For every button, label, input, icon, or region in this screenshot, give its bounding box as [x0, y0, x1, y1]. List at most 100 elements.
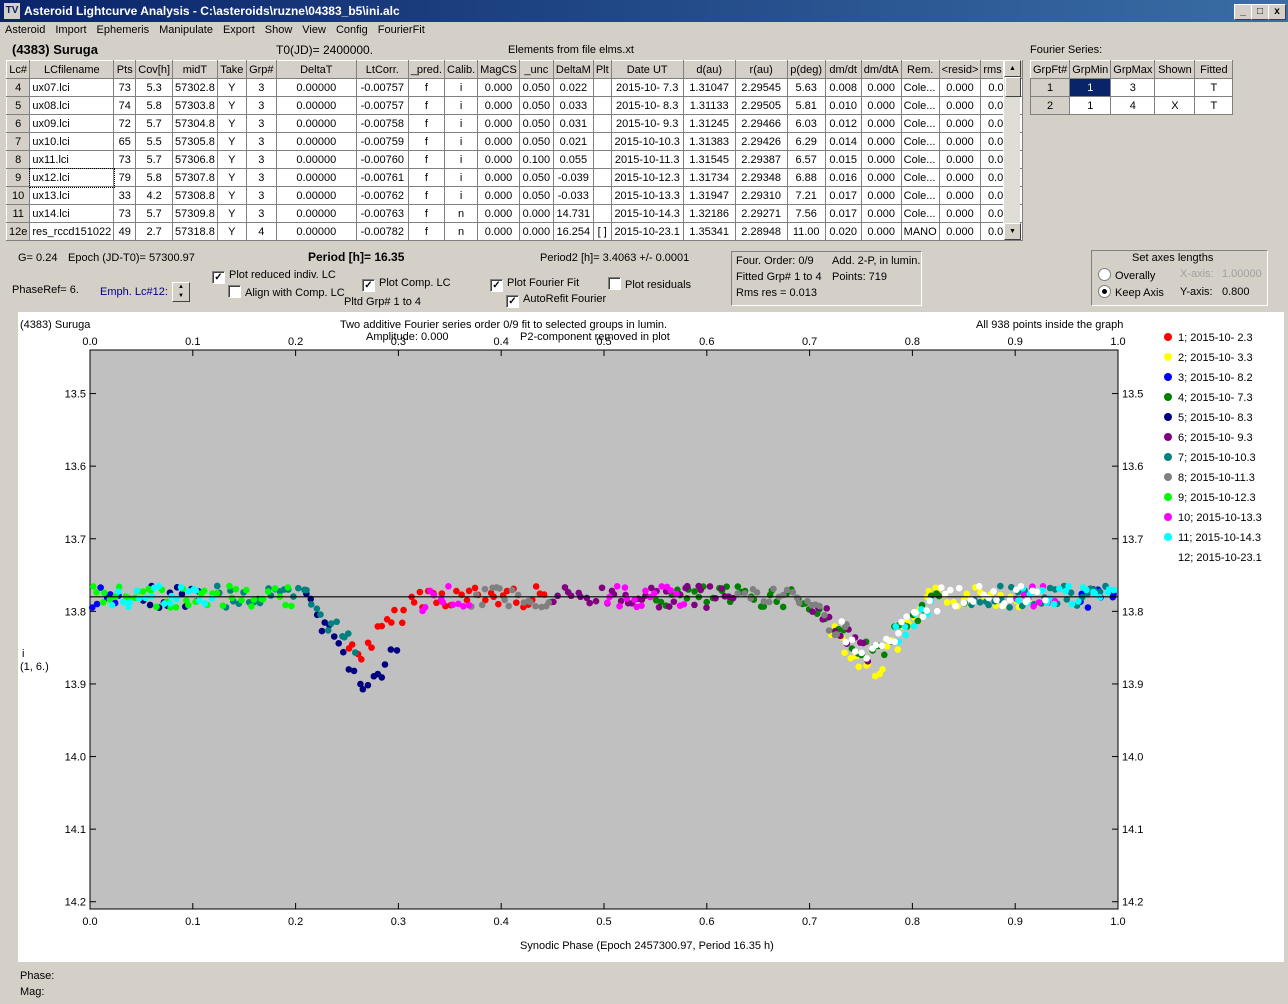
fourier-row[interactable]: 214XT	[1029, 96, 1234, 115]
table-cell[interactable]: -0.00760	[355, 150, 409, 169]
table-cell[interactable]: 0.050	[518, 114, 554, 133]
table-cell[interactable]: 0.000	[938, 114, 982, 133]
table-cell[interactable]: 6.88	[786, 168, 826, 187]
table-cell[interactable]: f	[407, 132, 446, 151]
menu-fourierfit[interactable]: FourierFit	[373, 22, 430, 36]
overally-radio[interactable]: Overally	[1098, 268, 1155, 282]
keep-axis-radio[interactable]: Keep Axis	[1098, 285, 1164, 299]
table-cell[interactable]: 0.000	[518, 204, 554, 223]
scroll-thumb[interactable]	[1005, 77, 1021, 97]
table-cell[interactable]: Cole...	[900, 150, 940, 169]
table-cell[interactable]: 0.00000	[275, 78, 357, 97]
emph-spinner[interactable]: ▲ ▼	[172, 282, 190, 302]
menu-config[interactable]: Config	[331, 22, 373, 36]
row-number[interactable]: 4	[5, 78, 31, 97]
table-cell[interactable]: 2.29310	[734, 186, 788, 205]
menu-export[interactable]: Export	[218, 22, 260, 36]
column-header[interactable]: DeltaT	[275, 60, 357, 79]
fourier-column-header[interactable]: Fitted	[1194, 60, 1234, 79]
table-cell[interactable]: 5.5	[135, 132, 174, 151]
align-checkbox[interactable]: Align with Comp. LC	[228, 285, 345, 299]
scroll-down-icon[interactable]: ▼	[1004, 223, 1021, 240]
table-cell[interactable]: 3	[245, 186, 277, 205]
table-cell[interactable]: 3	[245, 96, 277, 115]
table-cell[interactable]: 0.050	[518, 186, 554, 205]
table-cell[interactable]: 2015-10- 8.3	[610, 96, 684, 115]
table-cell[interactable]: -0.00763	[355, 204, 409, 223]
table-row[interactable]: 11 ux14.lci 73 5.7 57309.8 Y 3 0.00000 -0.00763 f…	[5, 204, 1024, 223]
menu-ephemeris[interactable]: Ephemeris	[92, 22, 155, 36]
table-cell[interactable]: 5.8	[135, 168, 174, 187]
table-cell[interactable]: Cole...	[900, 186, 940, 205]
menu-manipulate[interactable]: Manipulate	[154, 22, 218, 36]
fourier-cell[interactable]: T	[1194, 78, 1234, 97]
table-cell[interactable]: 0.012	[824, 114, 862, 133]
row-number[interactable]: 10	[5, 186, 31, 205]
table-cell[interactable]: 57303.8	[172, 96, 218, 115]
table-cell[interactable]: 0.000	[938, 150, 982, 169]
table-cell[interactable]: 0.000	[860, 204, 902, 223]
table-cell[interactable]: 49	[113, 222, 137, 241]
table-cell[interactable]: ux08.lci	[29, 96, 115, 115]
table-cell[interactable]: -0.00757	[355, 78, 409, 97]
fourier-cell[interactable]: 1	[1069, 78, 1112, 97]
table-row[interactable]: 12e res_rccd151022 49 2.7 57318.8 Y 4 0.00000 -0…	[5, 222, 1024, 241]
table-cell[interactable]: Cole...	[900, 78, 940, 97]
table-cell[interactable]: 57318.8	[172, 222, 218, 241]
table-cell[interactable]: 0.050	[518, 96, 554, 115]
table-cell[interactable]: f	[407, 222, 446, 241]
table-cell[interactable]: Y	[216, 114, 247, 133]
column-header[interactable]: d(au)	[682, 60, 736, 79]
table-cell[interactable]: 1.31545	[682, 150, 736, 169]
row-number[interactable]: 12e	[5, 222, 31, 241]
table-cell[interactable]: 57304.8	[172, 114, 218, 133]
table-row[interactable]: 5 ux08.lci 74 5.8 57303.8 Y 3 0.00000 -0.00757 f i…	[5, 96, 1024, 115]
table-cell[interactable]: 0.000	[938, 96, 982, 115]
table-row[interactable]: 4 ux07.lci 73 5.3 57302.8 Y 3 0.00000 -0.00757 f i…	[5, 78, 1024, 97]
table-cell[interactable]: 0.00000	[275, 132, 357, 151]
table-cell[interactable]: res_rccd151022	[29, 222, 115, 241]
menu-import[interactable]: Import	[50, 22, 91, 36]
lightcurve-graph[interactable]: 0.0 0.0 0.1 0.1 0.2 0.2 0.3 0.3 0.4 0.4 0.5 0.5 0.6 0…	[18, 312, 1284, 962]
table-cell[interactable]: 7.56	[786, 204, 826, 223]
xaxis-value[interactable]: 1.00000	[1222, 268, 1262, 280]
column-header[interactable]: _unc	[518, 60, 554, 79]
column-header[interactable]: Cov[h]	[135, 60, 174, 79]
column-header[interactable]: dm/dtA	[860, 60, 902, 79]
table-cell[interactable]: Y	[216, 132, 247, 151]
table-cell[interactable]: i	[444, 186, 479, 205]
table-cell[interactable]: 0.000	[860, 114, 902, 133]
maximize-button[interactable]: □	[1251, 4, 1269, 20]
table-cell[interactable]: i	[444, 150, 479, 169]
table-cell[interactable]: 33	[113, 186, 137, 205]
table-cell[interactable]: 16.254	[552, 222, 594, 241]
column-header[interactable]: Grp#	[245, 60, 277, 79]
table-cell[interactable]: 0.000	[477, 78, 520, 97]
column-header[interactable]: <resid>	[938, 60, 982, 79]
table-scrollbar[interactable]: ▲ ▼	[1003, 60, 1021, 240]
table-cell[interactable]: 0.033	[552, 96, 594, 115]
table-cell[interactable]: 57306.8	[172, 150, 218, 169]
table-cell[interactable]: 0.000	[860, 96, 902, 115]
table-cell[interactable]: 0.017	[824, 186, 862, 205]
table-cell[interactable]: 2.29505	[734, 96, 788, 115]
column-header[interactable]: DeltaM	[552, 60, 594, 79]
plot-fourier-checkbox[interactable]: ✓ Plot Fourier Fit	[490, 277, 579, 292]
table-cell[interactable]: ux14.lci	[29, 204, 115, 223]
table-cell[interactable]: 3	[245, 132, 277, 151]
table-cell[interactable]: Y	[216, 78, 247, 97]
fourier-cell[interactable]: X	[1154, 96, 1196, 115]
table-cell[interactable]: 79	[113, 168, 137, 187]
table-cell[interactable]: i	[444, 132, 479, 151]
scroll-up-icon[interactable]: ▲	[1004, 60, 1021, 77]
table-cell[interactable]: i	[444, 78, 479, 97]
table-cell[interactable]: 0.000	[477, 168, 520, 187]
row-number[interactable]: 6	[5, 114, 31, 133]
table-cell[interactable]: 4	[245, 222, 277, 241]
table-cell[interactable]: 2.29387	[734, 150, 788, 169]
table-row[interactable]: 6 ux09.lci 72 5.7 57304.8 Y 3 0.00000 -0.00758 f i…	[5, 114, 1024, 133]
table-cell[interactable]: 0.000	[938, 222, 982, 241]
table-cell[interactable]: 0.015	[824, 150, 862, 169]
fourier-column-header[interactable]: GrpFt#	[1029, 60, 1071, 79]
column-header[interactable]: LtCorr.	[355, 60, 409, 79]
